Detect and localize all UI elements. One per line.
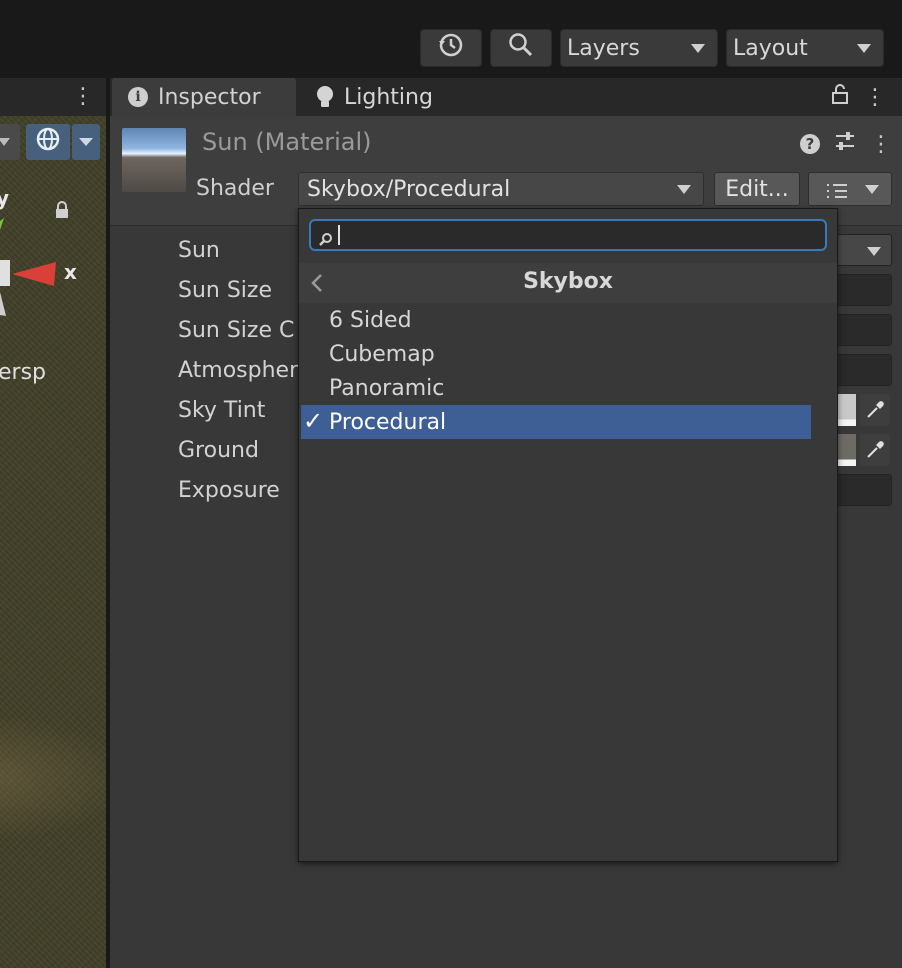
projection-label[interactable]: ersp [0,360,46,385]
scene-view[interactable]: ⋮ y x ersp [0,78,106,968]
list-item[interactable]: 6 Sided [301,303,811,337]
property-label: Sun [178,238,220,263]
header-icons: ? ⋮ [800,130,892,158]
layout-label: Layout [733,35,808,61]
list-item-label: Procedural [329,409,447,435]
list-item-selected[interactable]: ✓ Procedural [301,405,811,439]
history-icon [438,32,464,64]
layers-dropdown[interactable]: Layers [560,29,718,67]
chevron-down-icon [677,185,691,194]
property-label: Atmospher [178,358,299,383]
list-options-button[interactable] [808,172,892,206]
more-options-icon[interactable]: ⋮ [72,84,94,109]
list-item[interactable]: Panoramic [301,371,811,405]
gizmo-dropdown[interactable] [72,124,100,160]
edit-shader-button[interactable]: Edit... [714,172,800,206]
bulb-icon [316,85,334,109]
top-toolbar: Layers Layout [0,0,902,78]
shader-value: Skybox/Procedural [307,176,511,202]
tab-bar: i Inspector Lighting ⋮ [110,78,902,116]
popup-nav-header: Skybox [299,263,837,303]
tab-lighting[interactable]: Lighting [300,78,500,116]
property-label: Ground [178,438,259,463]
more-options-icon[interactable]: ⋮ [870,132,892,157]
layout-dropdown[interactable]: Layout [726,29,884,67]
text-cursor [338,225,340,245]
tab-inspector-label: Inspector [158,84,261,110]
tab-inspector[interactable]: i Inspector [112,78,296,116]
shader-dropdown[interactable]: Skybox/Procedural [298,172,704,206]
chevron-down-icon [857,44,871,53]
property-label: Sky Tint [178,398,266,423]
axis-y-label: y [0,186,10,210]
more-options-icon[interactable]: ⋮ [864,85,886,110]
chevron-down-icon [865,185,879,194]
sun-size-convergence-field[interactable] [830,314,892,346]
help-icon[interactable]: ? [800,134,820,154]
material-preview [122,128,186,192]
gizmo-toggle-button[interactable] [26,124,70,160]
history-button[interactable] [420,29,482,67]
eyedropper-icon[interactable] [860,394,890,426]
list-item[interactable]: Cubemap [301,337,811,371]
settings-sliders-icon[interactable] [834,130,856,158]
shader-popup: Skybox 6 Sided Cubemap Panoramic ✓ Proce… [298,208,838,862]
chevron-down-icon [867,247,881,256]
shader-label: Shader [196,176,274,201]
list-icon [825,181,849,206]
list-item-label: 6 Sided [329,307,412,333]
popup-nav-title: Skybox [523,269,613,294]
exposure-field[interactable] [830,474,892,506]
lock-icon[interactable] [54,200,70,225]
checkmark-icon: ✓ [303,407,324,435]
list-item-label: Panoramic [329,375,445,401]
property-label: Sun Size C [178,318,295,343]
search-icon [319,227,333,252]
chevron-down-icon [691,44,705,53]
lock-icon[interactable] [832,84,848,110]
scene-toolbar [0,122,106,162]
info-icon: i [128,87,148,107]
list-item-label: Cubemap [329,341,435,367]
gizmo-icon [34,125,62,159]
property-label: Sun Size [178,278,273,303]
axis-x-label: x [64,260,77,284]
scene-header: ⋮ [0,78,106,116]
tool-dropdown[interactable] [0,124,20,160]
search-button[interactable] [490,29,552,67]
atmosphere-thickness-field[interactable] [830,354,892,386]
tab-lighting-label: Lighting [344,84,433,110]
search-icon [508,32,534,64]
tab-tools: ⋮ [832,84,886,110]
eyedropper-icon[interactable] [860,434,890,466]
sun-mode-dropdown[interactable] [830,234,892,266]
search-input[interactable] [309,219,827,251]
layers-label: Layers [567,35,640,61]
sun-size-field[interactable] [830,274,892,306]
property-label: Exposure [178,478,280,503]
orientation-gizmo[interactable] [0,208,70,328]
material-title: Sun (Material) [202,128,372,156]
